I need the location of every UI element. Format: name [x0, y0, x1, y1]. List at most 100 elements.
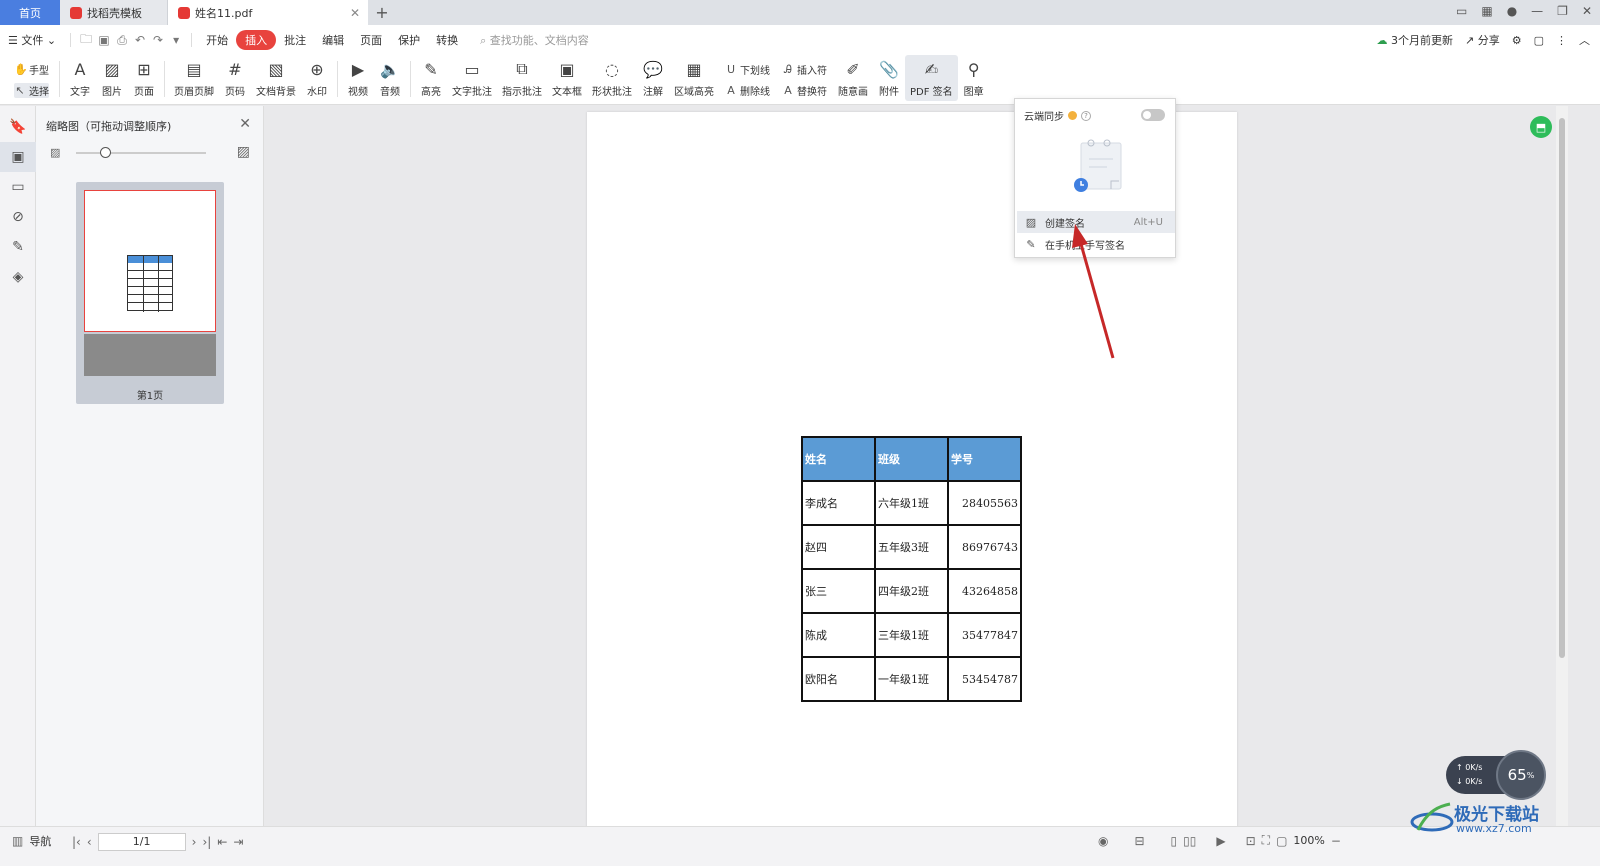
close-tab-icon[interactable]: ✕ [350, 6, 360, 20]
pointer-comment-tool[interactable]: ⧉ 指示批注 [497, 55, 547, 101]
signature-icon[interactable]: ✎ [0, 232, 36, 262]
undo-icon[interactable]: ↶ [131, 33, 149, 47]
menu-page[interactable]: 页面 [352, 32, 390, 48]
page-number-tool[interactable]: # 页码 [219, 55, 251, 101]
fit-width-icon[interactable]: ⊟ [1134, 834, 1144, 848]
create-signature-item[interactable]: ▨ 创建签名 Alt+U [1017, 211, 1175, 233]
text-tool[interactable]: A 文字 [64, 55, 96, 101]
header-footer-tool[interactable]: ▤ 页眉页脚 [169, 55, 219, 101]
select-tool[interactable]: ↖ 选择 [14, 83, 49, 98]
search-input[interactable]: ⌕ 查找功能、文档内容 [480, 32, 589, 48]
freehand-tool[interactable]: ✐ 随意画 [833, 55, 873, 101]
actual-size-icon[interactable]: ⊡ [1246, 834, 1256, 848]
document-viewport[interactable]: 姓名 班级 学号 李成名 六年级1班 28405563 赵四 五年级3班 869… [265, 106, 1556, 832]
underline-tool[interactable]: U 下划线 [725, 62, 770, 77]
phone-signature-item[interactable]: ✎ 在手机上手写签名 [1017, 233, 1175, 255]
print-icon[interactable]: ⎙ [113, 33, 131, 48]
attachment-tool[interactable]: 📎 附件 [873, 55, 905, 101]
menu-insert[interactable]: 插入 [236, 30, 277, 50]
large-image-icon: ▨ [236, 144, 250, 160]
page-thumbnail[interactable]: 第1页 [76, 182, 224, 404]
doc-background-tool[interactable]: ▧ 文档背景 [251, 55, 301, 101]
window-controls: ▭ ▦ ● — ❐ ✕ [1456, 4, 1592, 18]
insert-char-tool[interactable]: Ꭿ 插入符 [782, 62, 827, 78]
prev-page-icon[interactable]: ‹ [87, 835, 92, 849]
annotation-tool[interactable]: 💬 注解 [637, 55, 669, 101]
scrollbar-thumb[interactable] [1559, 118, 1565, 658]
freehand-label: 随意画 [838, 87, 868, 98]
settings-icon[interactable]: ⚙ [1512, 34, 1522, 47]
menu-edit[interactable]: 编辑 [314, 32, 352, 48]
image-tool[interactable]: ▨ 图片 [96, 55, 128, 101]
open-icon[interactable]: 🗀 [77, 30, 95, 51]
layers-icon[interactable]: ◈ [0, 262, 36, 292]
nav-button[interactable]: ▥ 导航 [12, 833, 51, 849]
shape-comment-tool[interactable]: ◌ 形状批注 [587, 55, 637, 101]
help-icon[interactable]: ? [1081, 110, 1091, 121]
play-icon[interactable]: ▶ [1216, 834, 1225, 848]
thumbnail-zoom-slider[interactable]: ▨ ▨ [50, 144, 250, 160]
vertical-scrollbar[interactable] [1556, 106, 1568, 826]
cloud-sync-toggle[interactable] [1141, 109, 1165, 121]
stamp-tool[interactable]: ⚲ 图章 [958, 55, 990, 101]
bookmark-icon[interactable]: 🔖 [0, 112, 36, 142]
forward-icon[interactable]: ⇥ [233, 835, 243, 849]
attachment-icon[interactable]: ⊘ [0, 202, 36, 232]
tab-document[interactable]: 姓名11.pdf ✕ [168, 0, 368, 25]
minimize-icon[interactable]: — [1531, 4, 1543, 18]
assistant-icon[interactable]: ⬒ [1530, 116, 1552, 138]
menu-convert[interactable]: 转换 [428, 32, 466, 48]
back-icon[interactable]: ⇤ [217, 835, 227, 849]
layout-icon[interactable]: ▭ [1456, 4, 1467, 18]
video-tool[interactable]: ▶ 视频 [342, 55, 374, 101]
strikethrough-tool[interactable]: A 删除线 [725, 83, 770, 98]
last-page-icon[interactable]: ›| [202, 835, 211, 849]
table-cell: 四年级2班 [874, 568, 949, 614]
pdf-sign-tool[interactable]: ✍ PDF 签名 [905, 55, 958, 101]
thumbnail-icon[interactable]: ▣ [0, 142, 36, 172]
menu-start[interactable]: 开始 [198, 32, 236, 48]
share-button[interactable]: ↗ 分享 [1465, 32, 1500, 48]
eye-icon[interactable]: ◉ [1098, 834, 1108, 848]
double-page-icon[interactable]: ▯▯ [1183, 834, 1196, 848]
textbox-tool[interactable]: ▣ 文本框 [547, 55, 587, 101]
slider-knob[interactable] [100, 147, 111, 158]
customize-icon[interactable]: ▾ [167, 33, 185, 47]
watermark-tool[interactable]: ⊕ 水印 [301, 55, 333, 101]
next-page-icon[interactable]: › [192, 835, 197, 849]
audio-tool[interactable]: 🔈 音频 [374, 55, 406, 101]
zoom-out-icon[interactable]: − [1331, 834, 1341, 848]
update-status[interactable]: ☁ 3个月前更新 [1377, 32, 1454, 48]
single-page-icon[interactable]: ▯ [1171, 834, 1178, 848]
close-window-icon[interactable]: ✕ [1582, 4, 1592, 18]
restore-icon[interactable]: ❐ [1557, 4, 1568, 18]
hand-tool[interactable]: ✋ 手型 [14, 62, 49, 77]
text-comment-tool[interactable]: ▭ 文字批注 [447, 55, 497, 101]
save-icon[interactable]: ▣ [95, 33, 113, 47]
file-menu[interactable]: ☰ 文件 ⌄ [0, 32, 64, 48]
feedback-icon[interactable]: ▢ [1534, 34, 1544, 47]
rotate-icon[interactable]: ▢ [1276, 834, 1287, 848]
collapse-icon[interactable]: ︿ [1579, 32, 1590, 48]
tab-template[interactable]: 找稻壳模板 [60, 0, 168, 25]
first-page-icon[interactable]: |‹ [72, 835, 81, 849]
replace-char-tool[interactable]: A 替换符 [782, 83, 827, 98]
area-highlight-tool[interactable]: ▦ 区域高亮 [669, 55, 719, 101]
highlight-tool[interactable]: ✎ 高亮 [415, 55, 447, 101]
apps-grid-icon[interactable]: ▦ [1481, 4, 1492, 18]
redo-icon[interactable]: ↷ [149, 33, 167, 47]
underline-label: 下划线 [740, 66, 770, 77]
new-tab-button[interactable]: + [368, 0, 396, 25]
zoom-level[interactable]: 100% [1293, 834, 1324, 847]
avatar[interactable]: ● [1507, 4, 1517, 18]
menu-comment[interactable]: 批注 [276, 32, 314, 48]
comment-icon[interactable]: ▭ [0, 172, 36, 202]
close-panel-icon[interactable]: ✕ [239, 116, 251, 132]
slider-track[interactable] [76, 152, 206, 154]
fit-page-icon[interactable]: ⛶ [1262, 833, 1270, 848]
tab-home[interactable]: 首页 [0, 0, 60, 25]
page-tool[interactable]: ⊞ 页面 [128, 55, 160, 101]
page-number-input[interactable]: 1/1 [97, 833, 186, 851]
menu-protect[interactable]: 保护 [390, 32, 428, 48]
more-icon[interactable]: ⋮ [1556, 34, 1567, 47]
